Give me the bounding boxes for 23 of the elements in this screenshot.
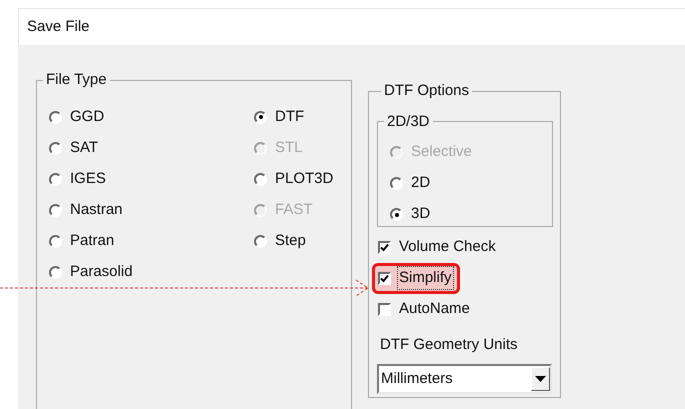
radio-label: SAT: [70, 138, 98, 158]
radio-label: FAST: [275, 200, 313, 220]
units-label: DTF Geometry Units: [380, 334, 519, 354]
group-label: 2D/3D: [386, 112, 431, 132]
radio-label: Patran: [70, 230, 114, 251]
window-title: Save File: [27, 16, 90, 37]
radio-label: STL: [275, 138, 303, 158]
radio-label: GGD: [70, 106, 104, 127]
radio-label: IGES: [70, 168, 106, 189]
radio-label: Selective: [411, 142, 472, 162]
group-label: DTF Options: [383, 81, 470, 101]
radio-label: 3D: [411, 204, 430, 224]
checkbox-label: Volume Check: [398, 236, 497, 257]
group-label: File Type: [45, 70, 108, 90]
radio-label: Step: [275, 230, 306, 251]
radio-label: DTF: [275, 106, 304, 127]
units-dropdown[interactable]: Millimeters: [377, 364, 552, 394]
checkbox-label: Simplify: [397, 266, 454, 290]
radio-label: 2D: [411, 173, 430, 194]
radio-label: Nastran: [70, 200, 123, 220]
radio-label: Parasolid: [70, 262, 133, 282]
radio-label: PLOT3D: [275, 168, 334, 189]
checkbox-label: AutoName: [398, 298, 471, 319]
